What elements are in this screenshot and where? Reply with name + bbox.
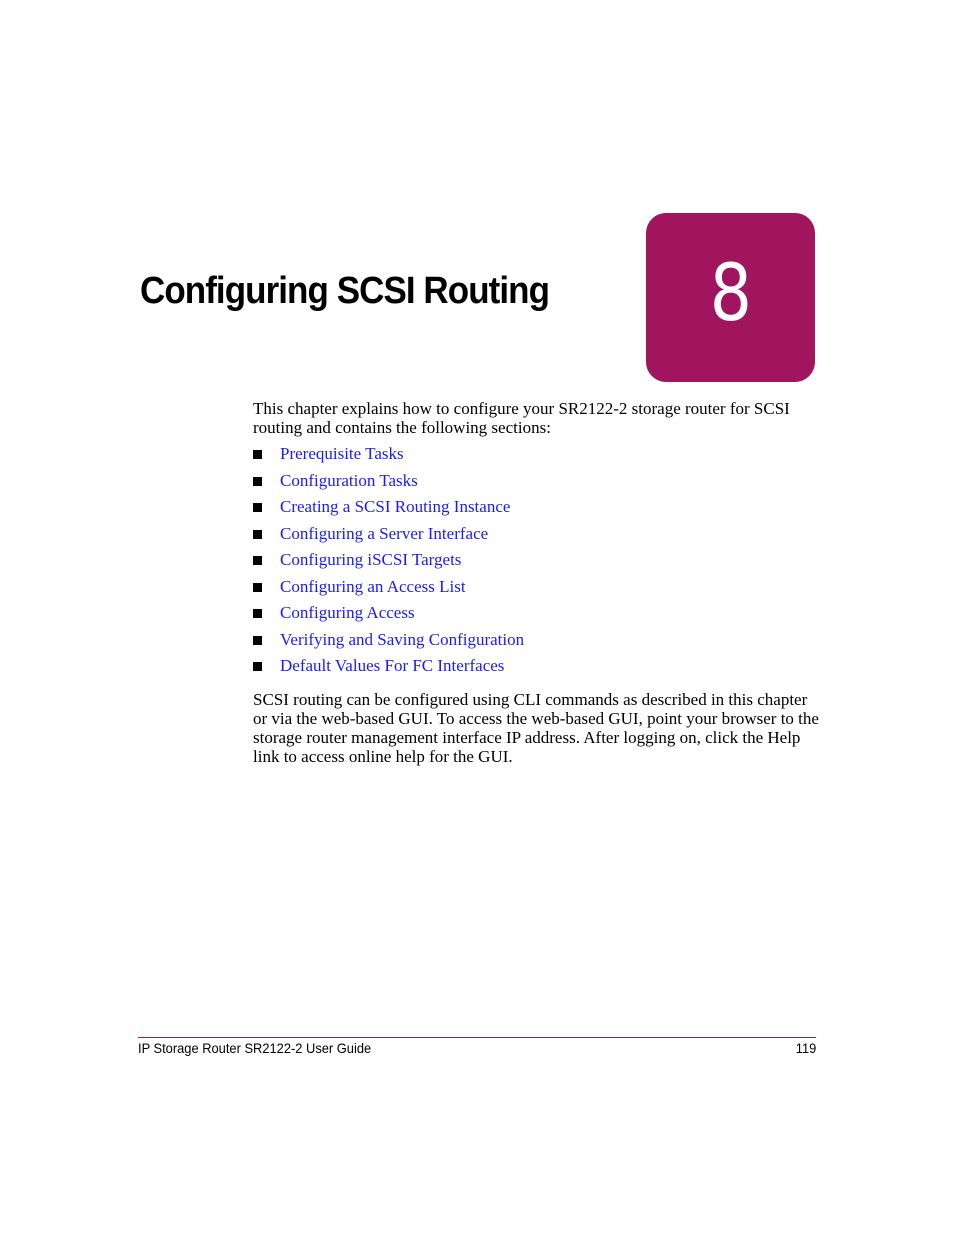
section-list: Prerequisite Tasks Configuration Tasks C… bbox=[253, 444, 823, 683]
section-link[interactable]: Configuring Access bbox=[280, 603, 415, 622]
bullet-icon bbox=[253, 556, 262, 565]
bullet-icon bbox=[253, 503, 262, 512]
closing-paragraph: SCSI routing can be configured using CLI… bbox=[253, 689, 819, 766]
chapter-body: This chapter explains how to configure y… bbox=[253, 399, 823, 766]
list-item: Verifying and Saving Configuration bbox=[253, 630, 823, 657]
section-link[interactable]: Creating a SCSI Routing Instance bbox=[280, 497, 510, 516]
section-link[interactable]: Default Values For FC Interfaces bbox=[280, 656, 504, 675]
chapter-title: Configuring SCSI Routing bbox=[140, 270, 550, 312]
section-link[interactable]: Configuring iSCSI Targets bbox=[280, 550, 461, 569]
section-link[interactable]: Configuration Tasks bbox=[280, 471, 418, 490]
list-item: Configuration Tasks bbox=[253, 471, 823, 498]
page-number: 119 bbox=[795, 1040, 816, 1056]
list-item: Creating a SCSI Routing Instance bbox=[253, 497, 823, 524]
section-link[interactable]: Prerequisite Tasks bbox=[280, 444, 404, 463]
bullet-icon bbox=[253, 582, 262, 592]
bullet-icon bbox=[253, 609, 262, 618]
list-item: Configuring Access bbox=[253, 603, 823, 630]
footer-divider bbox=[138, 1037, 816, 1038]
bullet-icon bbox=[253, 529, 262, 539]
bullet-icon bbox=[253, 635, 262, 645]
section-link[interactable]: Verifying and Saving Configuration bbox=[280, 630, 524, 649]
list-item: Default Values For FC Interfaces bbox=[253, 656, 823, 683]
bullet-icon bbox=[253, 476, 262, 486]
list-item: Prerequisite Tasks bbox=[253, 444, 823, 471]
bullet-icon bbox=[253, 662, 262, 671]
page-footer: IP Storage Router SR2122-2 User Guide 11… bbox=[138, 1040, 816, 1056]
footer-doc-title: IP Storage Router SR2122-2 User Guide bbox=[138, 1040, 372, 1056]
chapter-number: 8 bbox=[709, 248, 752, 339]
section-link[interactable]: Configuring a Server Interface bbox=[280, 524, 488, 543]
intro-paragraph: This chapter explains how to configure y… bbox=[253, 399, 790, 437]
list-item: Configuring a Server Interface bbox=[253, 524, 823, 551]
section-link[interactable]: Configuring an Access List bbox=[280, 577, 466, 596]
bullet-icon bbox=[253, 450, 262, 459]
list-item: Configuring an Access List bbox=[253, 577, 823, 604]
list-item: Configuring iSCSI Targets bbox=[253, 550, 823, 577]
chapter-number-badge: 8 bbox=[646, 213, 815, 382]
